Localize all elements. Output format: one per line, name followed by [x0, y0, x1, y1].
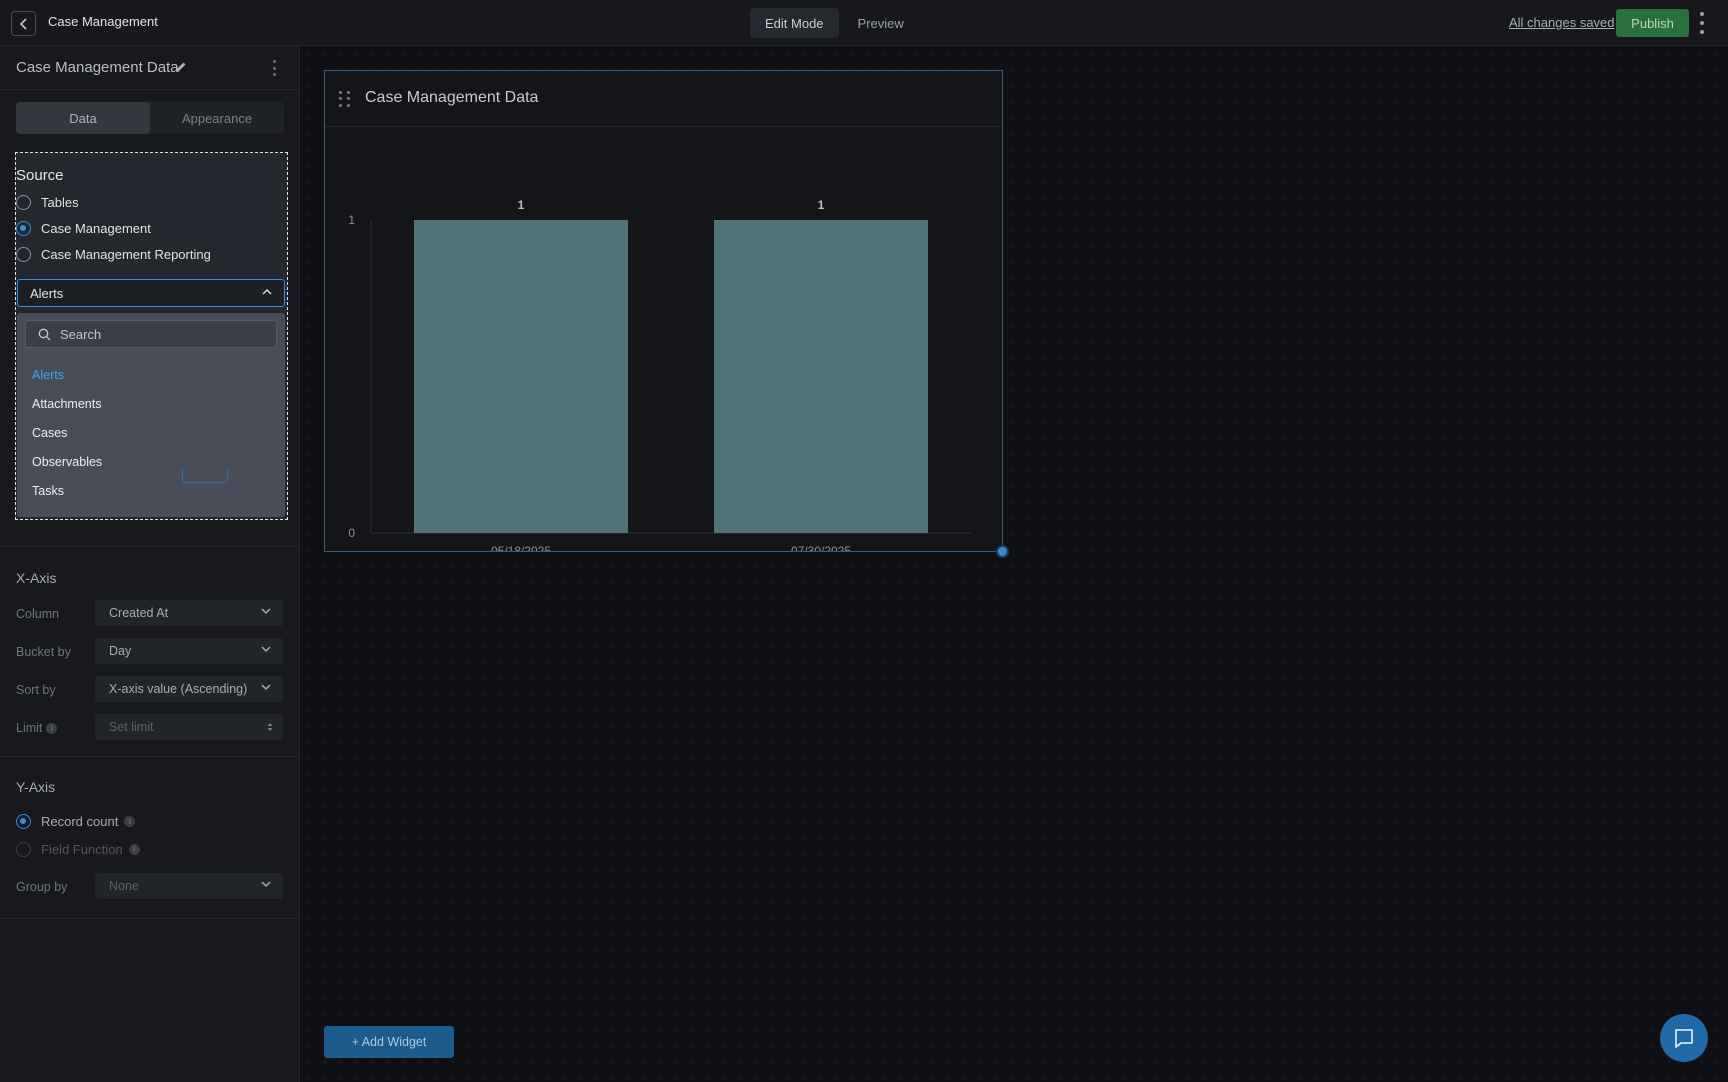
- data-label: 1: [818, 198, 825, 212]
- radio-label: Case Management Reporting: [41, 247, 211, 262]
- group-by-label: Group by: [16, 880, 68, 894]
- tab-data[interactable]: Data: [16, 102, 150, 134]
- back-button[interactable]: [11, 11, 36, 36]
- chat-icon: [1675, 1029, 1693, 1048]
- chevron-left-icon: [19, 17, 27, 30]
- info-icon[interactable]: i: [124, 816, 136, 827]
- add-widget-button[interactable]: + Add Widget: [324, 1026, 454, 1058]
- x-axis-title: X-Axis: [16, 570, 57, 586]
- panel-more-icon[interactable]: [270, 60, 278, 76]
- save-status-link[interactable]: All changes saved: [1509, 15, 1615, 30]
- select-value: X-axis value (Ascending): [109, 682, 248, 696]
- chart-widget[interactable]: Case Management Data 0 1 1 05/18/2025 1 07/30…: [324, 70, 1003, 552]
- widget-config-panel: Case Management Data Data Appearance Sou…: [0, 46, 300, 1082]
- source-section: Source Tables Case Management Case Manag…: [15, 152, 288, 520]
- source-option-case-management[interactable]: Case Management: [16, 221, 151, 236]
- search-input[interactable]: [60, 326, 260, 342]
- radio-button[interactable]: [16, 814, 31, 829]
- stepper-icon[interactable]: [267, 721, 273, 733]
- panel-header: Case Management Data: [0, 46, 300, 90]
- source-option-tables[interactable]: Tables: [16, 195, 79, 210]
- dropdown-item-observables[interactable]: Observables: [32, 455, 102, 469]
- y-tick-label: 1: [348, 213, 355, 227]
- y-axis-title: Y-Axis: [16, 779, 56, 795]
- panel-title: Case Management Data: [16, 59, 179, 76]
- bar: [414, 220, 628, 533]
- y-tick-label: 0: [348, 526, 355, 540]
- divider: [0, 918, 300, 919]
- radio-button[interactable]: [16, 221, 31, 236]
- sort-label: Sort by: [16, 683, 56, 697]
- x-tick-label: 05/18/2025: [491, 544, 551, 551]
- divider: [0, 756, 300, 757]
- sort-select[interactable]: X-axis value (Ascending): [95, 676, 283, 702]
- radio-label: Field Function: [41, 842, 123, 857]
- dropdown-search[interactable]: [25, 320, 277, 348]
- y-option-field-function[interactable]: Field Function i: [16, 842, 140, 857]
- data-label: 1: [518, 198, 525, 212]
- column-select[interactable]: Created At: [95, 600, 283, 626]
- chevron-down-icon: [261, 646, 271, 653]
- select-value: Created At: [109, 606, 169, 620]
- panel-tabs: Data Appearance: [16, 102, 284, 134]
- select-value: None: [109, 879, 139, 893]
- source-table-dropdown: Alerts Attachments Cases Observables Tas…: [17, 313, 285, 517]
- divider: [0, 546, 300, 547]
- search-icon: [38, 328, 51, 341]
- chevron-down-icon: [261, 684, 271, 691]
- radio-button[interactable]: [16, 842, 31, 857]
- chevron-down-icon: [261, 608, 271, 615]
- select-value: Day: [109, 644, 132, 658]
- limit-input[interactable]: Set limit: [95, 714, 283, 740]
- select-value: Alerts: [30, 285, 64, 301]
- dropdown-item-tasks[interactable]: Tasks: [32, 484, 64, 498]
- radio-label: Case Management: [41, 221, 151, 236]
- dropdown-item-alerts[interactable]: Alerts: [32, 368, 64, 382]
- bucket-select[interactable]: Day: [95, 638, 283, 664]
- chat-button[interactable]: [1660, 1014, 1708, 1062]
- chevron-down-icon: [261, 881, 271, 888]
- radio-button[interactable]: [16, 195, 31, 210]
- pencil-icon[interactable]: [174, 60, 188, 74]
- info-icon[interactable]: i: [46, 723, 58, 734]
- limit-placeholder: Set limit: [109, 720, 154, 734]
- tab-appearance[interactable]: Appearance: [150, 102, 284, 134]
- radio-label: Record count: [41, 814, 119, 829]
- bucket-label: Bucket by: [16, 645, 71, 659]
- source-table-select[interactable]: Alerts: [17, 279, 285, 307]
- edit-mode-button[interactable]: Edit Mode: [750, 8, 839, 38]
- info-icon[interactable]: i: [128, 844, 140, 855]
- mode-switch: Edit Mode Preview: [750, 8, 919, 38]
- source-option-case-management-reporting[interactable]: Case Management Reporting: [16, 247, 211, 262]
- chevron-up-icon: [262, 288, 272, 295]
- bar: [714, 220, 928, 533]
- source-label: Source: [16, 167, 64, 184]
- x-tick-label: 07/30/2025: [791, 544, 851, 551]
- group-by-select[interactable]: None: [95, 873, 283, 899]
- dropdown-item-cases[interactable]: Cases: [32, 426, 67, 440]
- limit-label-text: Limit: [16, 721, 43, 735]
- hidden-button-edge: [182, 469, 228, 483]
- top-bar: Case Management Edit Mode Preview All ch…: [0, 0, 1728, 46]
- radio-button[interactable]: [16, 247, 31, 262]
- resize-handle[interactable]: [996, 545, 1009, 558]
- y-option-record-count[interactable]: Record count i: [16, 814, 136, 829]
- radio-label: Tables: [41, 195, 79, 210]
- limit-label: Limit i: [16, 721, 58, 735]
- app-title: Case Management: [48, 14, 158, 29]
- dropdown-item-attachments[interactable]: Attachments: [32, 397, 101, 411]
- preview-button[interactable]: Preview: [843, 8, 919, 38]
- widget-title: Case Management Data: [365, 89, 539, 106]
- bar-chart: 0 1 1 05/18/2025 1 07/30/2025: [348, 198, 971, 551]
- widget-header: Case Management Data: [325, 71, 1002, 127]
- column-label: Column: [16, 607, 60, 621]
- more-options-icon[interactable]: [1696, 12, 1708, 34]
- publish-button[interactable]: Publish: [1616, 9, 1689, 37]
- drag-handle-icon[interactable]: [339, 91, 351, 107]
